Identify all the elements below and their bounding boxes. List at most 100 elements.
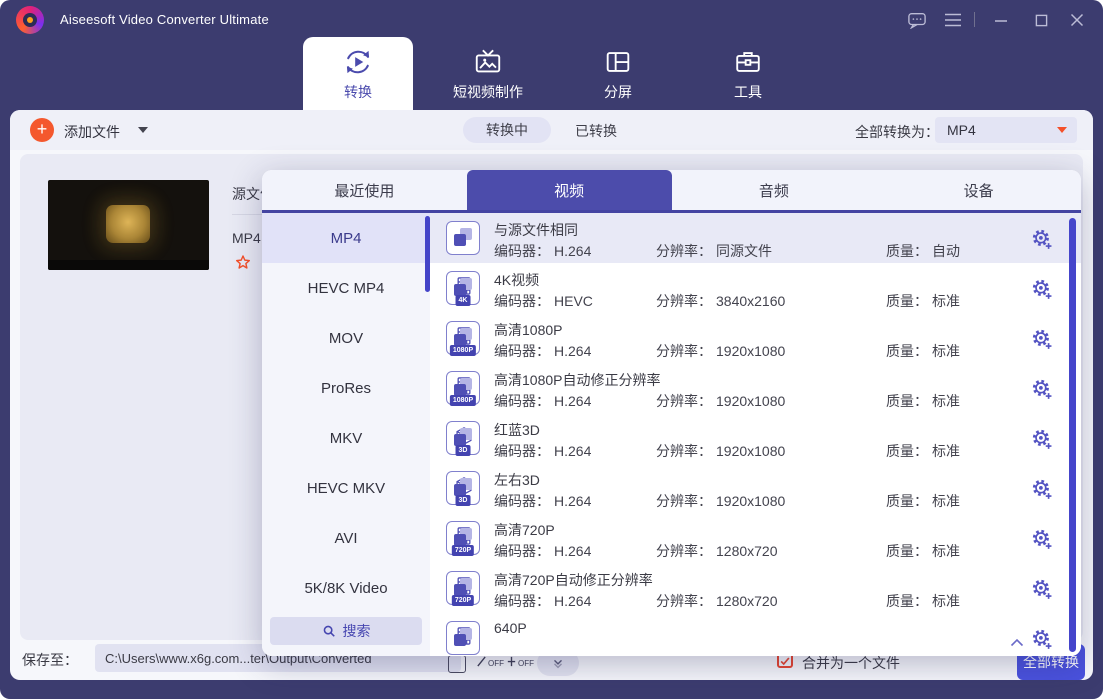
sidebar-item-5k-8k-video[interactable]: 5K/8K Video xyxy=(262,563,430,613)
resolution-label: 分辨率： xyxy=(656,443,712,459)
settings-gear-icon[interactable] xyxy=(1031,578,1053,600)
quality-value: 标准 xyxy=(932,393,960,409)
format-list: 与源文件相同 编码器：H.264 分辨率：同源文件 质量：自动 4K xyxy=(430,213,1081,656)
short-video-icon xyxy=(473,45,503,79)
encoder-label: 编码器： xyxy=(494,543,550,559)
settings-gear-icon[interactable] xyxy=(1031,528,1053,550)
sidebar-item-label: AVI xyxy=(334,530,357,547)
format-row[interactable]: 3D 红蓝3D 编码器：H.264 分辨率：1920x1080 质量：标准 xyxy=(430,413,1081,463)
settings-gear-icon[interactable] xyxy=(1031,378,1053,400)
tab-device[interactable]: 设备 xyxy=(876,170,1081,210)
format-picker-popup: 最近使用 视频 音频 设备 MP4 HEVC MP4 MOVProRes MKV HEV… xyxy=(262,170,1081,656)
toggle-off-2[interactable]: OFF xyxy=(506,655,534,668)
add-file-caret-icon[interactable] xyxy=(138,127,148,133)
settings-gear-icon[interactable] xyxy=(1031,328,1053,350)
format-title: 640P xyxy=(494,620,527,636)
quality-value: 自动 xyxy=(932,243,960,259)
thumbnail-strip xyxy=(48,260,209,270)
format-row[interactable]: 与源文件相同 编码器：H.264 分辨率：同源文件 质量：自动 xyxy=(430,213,1081,263)
quality-label: 质量： xyxy=(886,493,928,509)
encoder-value: H.264 xyxy=(554,393,591,409)
video-thumbnail[interactable] xyxy=(48,180,209,270)
popup-sidebar: MP4 HEVC MP4 MOVProRes MKV HEVC MKV AVI 5K/8K … xyxy=(262,213,430,656)
quality-label: 质量： xyxy=(886,443,928,459)
format-details: 编码器：H.264 分辨率：1280x720 质量：标准 xyxy=(430,541,1081,559)
quality-value: 标准 xyxy=(932,443,960,459)
quality-label: 质量： xyxy=(886,393,928,409)
format-row[interactable]: 3D 左右3D 编码器：H.264 分辨率：1920x1080 质量：标准 xyxy=(430,463,1081,513)
close-button[interactable] xyxy=(1066,9,1088,31)
save-to-label: 保存至： xyxy=(22,650,78,670)
list-scrollbar[interactable] xyxy=(1069,218,1076,652)
sidebar-item-label: 5K/8K Video xyxy=(304,580,387,597)
resolution-label: 分辨率： xyxy=(656,543,712,559)
sidebar-item-hevc-mp4[interactable]: HEVC MP4 xyxy=(262,263,430,313)
format-details: 编码器：H.264 分辨率：1280x720 质量：标准 xyxy=(430,591,1081,609)
sidebar-item-label: MP4 xyxy=(331,230,362,247)
titlebar-separator xyxy=(974,12,975,27)
encoder-value: HEVC xyxy=(554,293,593,309)
tab-video[interactable]: 视频 xyxy=(467,170,672,210)
add-file-label[interactable]: 添加文件 xyxy=(64,122,120,142)
format-title: 与源文件相同 xyxy=(494,220,578,240)
toggle-off-1[interactable]: OFF xyxy=(476,655,504,668)
sidebar-item-label: MKV xyxy=(330,430,363,447)
maximize-button[interactable] xyxy=(1030,9,1052,31)
format-row[interactable]: 720P 高清720P 编码器：H.264 分辨率：1280x720 质量：标准 xyxy=(430,513,1081,563)
settings-gear-icon[interactable] xyxy=(1031,628,1053,650)
format-row[interactable]: 1080P 高清1080P自动修正分辨率 编码器：H.264 分辨率：1920x… xyxy=(430,363,1081,413)
encoder-value: H.264 xyxy=(554,543,591,559)
format-title: 高清720P xyxy=(494,520,555,540)
nav-tab-label: 分屏 xyxy=(604,82,632,102)
sidebar-item-mkv[interactable]: MKV xyxy=(262,413,430,463)
format-row[interactable]: 4K 4K视频 编码器：HEVC 分辨率：3840x2160 质量：标准 xyxy=(430,263,1081,313)
sidebar-item-label: HEVC MP4 xyxy=(308,280,385,297)
sidebar-item-hevc-mkv[interactable]: HEVC MKV xyxy=(262,463,430,513)
resolution-label: 分辨率： xyxy=(656,393,712,409)
resolution-label: 分辨率： xyxy=(656,593,712,609)
settings-gear-icon[interactable] xyxy=(1031,478,1053,500)
convert-icon xyxy=(342,45,374,79)
settings-gear-icon[interactable] xyxy=(1031,228,1053,250)
footer-square-icon[interactable] xyxy=(448,655,466,673)
filter-converted[interactable]: 已转换 xyxy=(575,121,617,141)
resolution-value: 1280x720 xyxy=(716,593,778,609)
sidebar-item-prores[interactable]: ProRes xyxy=(262,363,430,413)
search-button[interactable]: 搜索 xyxy=(270,617,422,645)
menu-icon[interactable] xyxy=(942,9,964,31)
nav-tab-convert[interactable]: 转换 xyxy=(303,37,413,110)
format-details: 编码器：H.264 分辨率：1920x1080 质量：标准 xyxy=(430,491,1081,509)
nav-tab-short-video[interactable]: 短视频制作 xyxy=(423,37,553,110)
nav-tab-split-screen[interactable]: 分屏 xyxy=(553,37,683,110)
sidebar-item-mov[interactable]: MOV xyxy=(262,313,430,363)
settings-gear-icon[interactable] xyxy=(1031,428,1053,450)
encoder-label: 编码器： xyxy=(494,343,550,359)
format-title: 高清720P自动修正分辨率 xyxy=(494,570,653,590)
chevron-up-icon[interactable] xyxy=(1010,634,1024,652)
feedback-icon[interactable] xyxy=(906,9,928,31)
tab-audio[interactable]: 音频 xyxy=(672,170,877,210)
sidebar-item-avi[interactable]: AVI xyxy=(262,513,430,563)
resolution-value: 1920x1080 xyxy=(716,443,785,459)
format-row[interactable]: 640P 编码器： 分辨率： 质量： xyxy=(430,613,1081,656)
settings-gear-icon[interactable] xyxy=(1031,278,1053,300)
output-format-select[interactable]: MP4 xyxy=(935,117,1077,143)
encoder-value: H.264 xyxy=(554,343,591,359)
nav-tab-tools[interactable]: 工具 xyxy=(683,37,813,110)
format-row[interactable]: 720P 高清720P自动修正分辨率 编码器：H.264 分辨率：1280x72… xyxy=(430,563,1081,613)
window-title: Aiseesoft Video Converter Ultimate xyxy=(60,12,269,27)
format-row[interactable]: 1080P 高清1080P 编码器：H.264 分辨率：1920x1080 质量… xyxy=(430,313,1081,363)
add-file-button[interactable]: + xyxy=(30,118,54,142)
resolution-value: 同源文件 xyxy=(716,243,772,259)
format-title: 4K视频 xyxy=(494,270,539,290)
filter-converting[interactable]: 转换中 xyxy=(463,117,551,143)
resolution-label: 分辨率： xyxy=(656,243,712,259)
quality-label: 质量： xyxy=(886,543,928,559)
sidebar-item-label: HEVC MKV xyxy=(307,480,385,497)
quality-value: 标准 xyxy=(932,343,960,359)
resolution-value: 1920x1080 xyxy=(716,493,785,509)
sidebar-item-mp4[interactable]: MP4 xyxy=(262,213,430,263)
tab-recent[interactable]: 最近使用 xyxy=(262,170,467,210)
effects-star-icon[interactable] xyxy=(234,254,252,272)
minimize-button[interactable] xyxy=(990,9,1012,31)
